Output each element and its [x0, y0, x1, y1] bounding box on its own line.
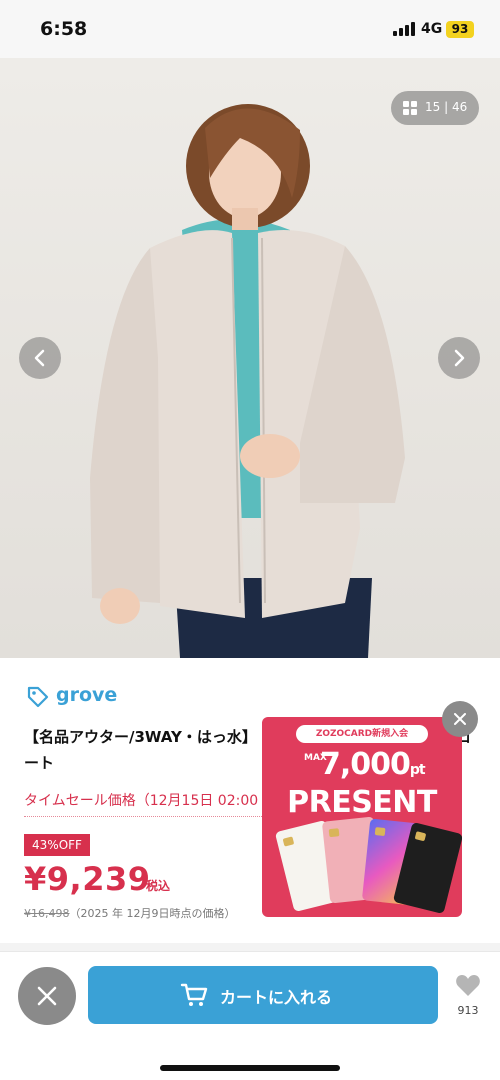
- heart-icon: [456, 975, 480, 996]
- close-button[interactable]: [18, 967, 76, 1025]
- add-to-cart-button[interactable]: カートに入れる: [88, 966, 438, 1024]
- image-counter-text: 15 | 46: [425, 100, 468, 114]
- product-image[interactable]: 15 | 46: [0, 58, 500, 658]
- price-note: （2025 年 12月9日時点の価格）: [69, 907, 236, 920]
- promo-close-button[interactable]: [442, 701, 478, 737]
- favorite-count: 913: [457, 1004, 479, 1017]
- promo-amount-value: 7,000: [320, 747, 411, 782]
- next-image-button[interactable]: [438, 337, 480, 379]
- section-divider: [0, 943, 500, 951]
- price: ¥9,239: [24, 860, 151, 898]
- network-label: 4G: [421, 21, 443, 37]
- discount-badge: 43%OFF: [24, 834, 90, 856]
- tag-icon: [27, 686, 49, 708]
- promo-present: PRESENT: [287, 785, 437, 820]
- close-icon: [454, 713, 466, 725]
- add-to-cart-label: カートに入れる: [220, 988, 333, 1007]
- close-icon: [37, 986, 57, 1006]
- promo-pill: ZOZOCARD新規入会: [296, 725, 428, 743]
- signal-icon: [393, 22, 417, 36]
- sale-label: タイムセール価格（12月15日 02:00: [24, 793, 259, 809]
- chevron-right-icon: [454, 349, 465, 367]
- tax-label: 税込: [146, 879, 171, 893]
- prev-image-button[interactable]: [19, 337, 61, 379]
- promo-unit: pt: [409, 762, 426, 778]
- promo-max: MAX: [304, 753, 327, 763]
- sale-underline: [24, 816, 274, 817]
- zozocard-promo-banner[interactable]: ZOZOCARD新規入会 MAX 7,000pt PRESENT: [262, 717, 462, 917]
- original-price-value: ¥16,498: [24, 907, 70, 920]
- favorite-button[interactable]: 913: [448, 972, 488, 1022]
- model-photo: [90, 104, 405, 658]
- cart-icon: [180, 983, 208, 1006]
- bottom-action-bar: カートに入れる 913: [0, 951, 500, 1080]
- product-title-line1: 【名品アウター/3WAY・はっ水】: [24, 728, 257, 746]
- original-price: ¥16,498（2025 年 12月9日時点の価格）: [24, 905, 235, 921]
- battery-icon: 93: [446, 21, 474, 38]
- home-indicator: [160, 1065, 340, 1071]
- chevron-left-icon: [34, 349, 45, 367]
- status-bar: 6:58 4G 93: [0, 0, 500, 58]
- brand-name: grove: [56, 684, 118, 706]
- image-counter[interactable]: 15 | 46: [391, 91, 479, 125]
- promo-amount: 7,000pt: [320, 747, 426, 782]
- status-time: 6:58: [40, 18, 88, 40]
- grid-icon: [403, 101, 417, 115]
